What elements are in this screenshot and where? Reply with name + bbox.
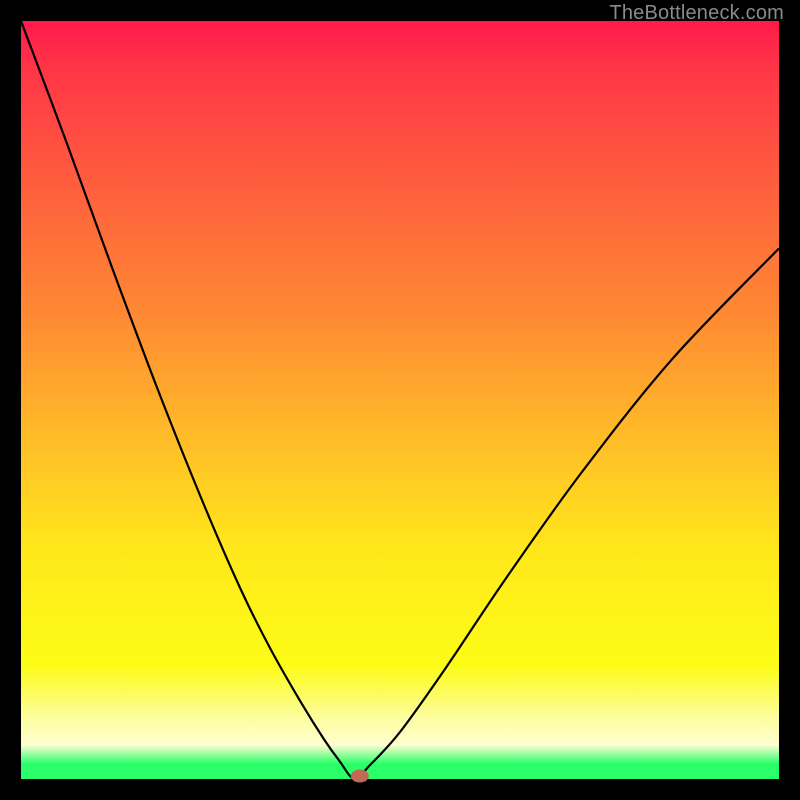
bottleneck-curve — [21, 21, 779, 779]
curve-svg — [21, 21, 779, 779]
watermark-text: TheBottleneck.com — [609, 2, 784, 25]
plot-area — [21, 21, 779, 779]
optimum-marker — [351, 770, 369, 783]
chart-container: TheBottleneck.com — [0, 0, 800, 800]
